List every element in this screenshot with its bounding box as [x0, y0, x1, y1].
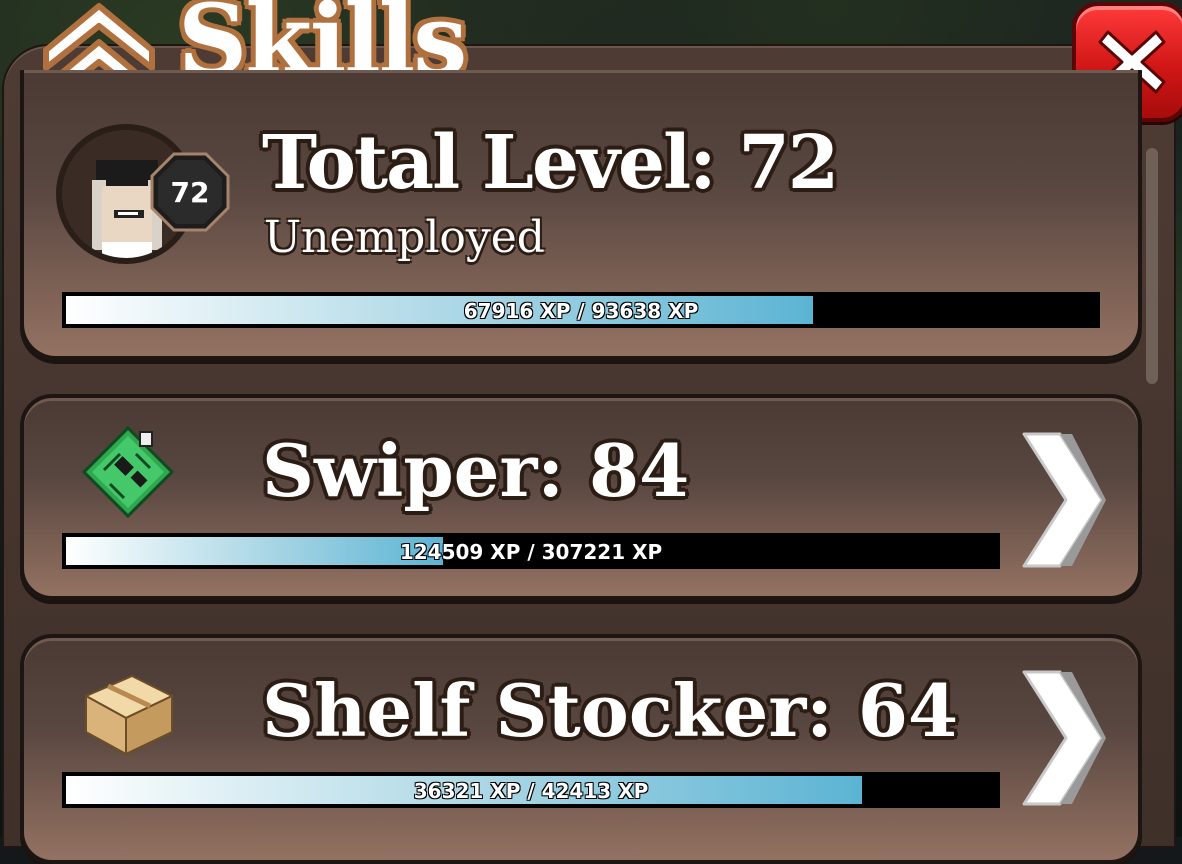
circuit-board-icon	[81, 425, 175, 519]
swiper-xp-text: 124509 XP / 307221 XP	[399, 540, 663, 564]
swiper-xp-bar: 124509 XP / 307221 XP	[62, 533, 1000, 569]
chevron-right-icon[interactable]	[1016, 668, 1106, 808]
shelf-stocker-xp-bar: 36321 XP / 42413 XP	[62, 772, 1000, 808]
total-level-heading: Total Level: 72	[262, 120, 839, 206]
total-xp-text: 67916 XP / 93638 XP	[463, 299, 699, 323]
shelf-stocker-xp-text: 36321 XP / 42413 XP	[413, 779, 649, 803]
job-title: Unemployed	[264, 212, 545, 263]
chevron-right-icon[interactable]	[1016, 430, 1106, 570]
scrollbar[interactable]	[1146, 148, 1158, 384]
cardboard-box-icon	[83, 674, 175, 756]
level-badge-number: 72	[170, 176, 210, 209]
skill-heading-swiper: Swiper: 84	[262, 428, 690, 513]
skill-heading-shelf-stocker: Shelf Stocker: 64	[262, 668, 959, 753]
total-xp-bar: 67916 XP / 93638 XP	[62, 292, 1100, 328]
